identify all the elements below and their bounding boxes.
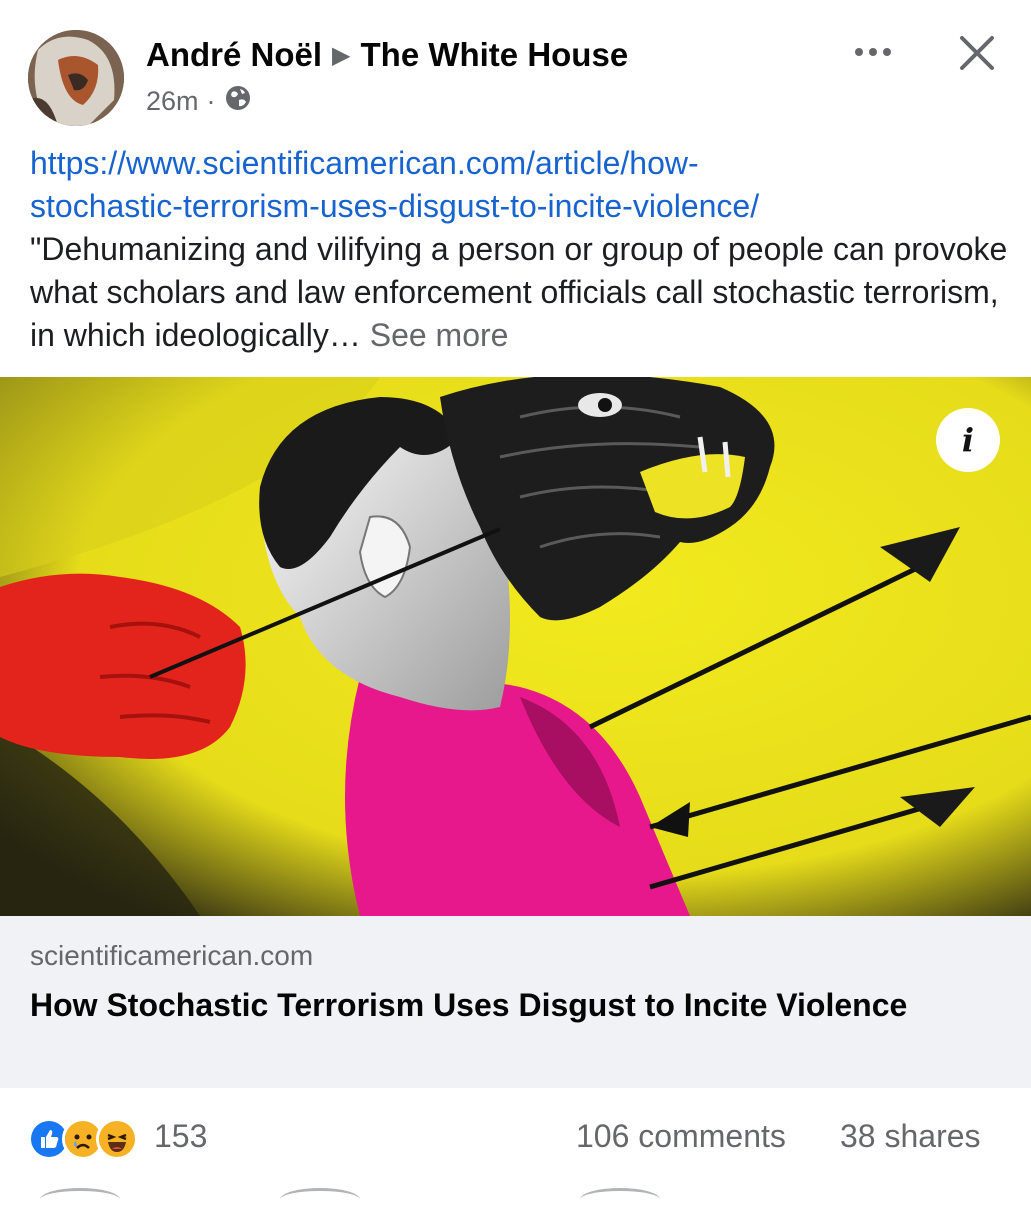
author-line: André Noël ▶ The White House (146, 36, 628, 74)
post-time[interactable]: 26m (146, 86, 199, 117)
author-avatar[interactable] (28, 30, 124, 126)
shares-count[interactable]: 38 shares (840, 1118, 981, 1155)
more-options-button[interactable] (848, 30, 898, 74)
target-page-name[interactable]: The White House (361, 36, 629, 73)
close-button[interactable] (952, 28, 1002, 78)
article-link[interactable]: https://www.scientificamerican.com/artic… (30, 142, 1010, 228)
close-icon (960, 36, 994, 70)
post-text: https://www.scientificamerican.com/artic… (30, 142, 1010, 357)
post-header: André Noël ▶ The White House 26m · (0, 0, 1031, 140)
reaction-count[interactable]: 153 (154, 1118, 207, 1155)
article-image[interactable] (0, 377, 1031, 916)
link-title[interactable]: How Stochastic Terrorism Uses Disgust to… (30, 984, 990, 1027)
more-horizontal-icon (855, 48, 891, 56)
haha-icon (96, 1118, 138, 1160)
post-meta: 26m · (146, 84, 252, 119)
see-more-link[interactable]: See more (370, 317, 509, 353)
comments-count[interactable]: 106 comments (576, 1118, 786, 1155)
link-domain: scientificamerican.com (30, 940, 314, 971)
image-info-button[interactable]: i (936, 408, 1000, 472)
info-icon: i (961, 421, 975, 459)
globe-icon (224, 84, 252, 119)
meta-separator: · (206, 86, 216, 116)
post-body-text: "Dehumanizing and vilifying a person or … (30, 231, 1008, 353)
reaction-icons[interactable] (28, 1118, 138, 1160)
arrow-right-icon: ▶ (332, 42, 351, 69)
article-link-line-1: https://www.scientificamerican.com/artic… (30, 145, 699, 181)
article-link-line-2: stochastic-terrorism-uses-disgust-to-inc… (30, 188, 760, 224)
author-name[interactable]: André Noël (146, 36, 322, 73)
